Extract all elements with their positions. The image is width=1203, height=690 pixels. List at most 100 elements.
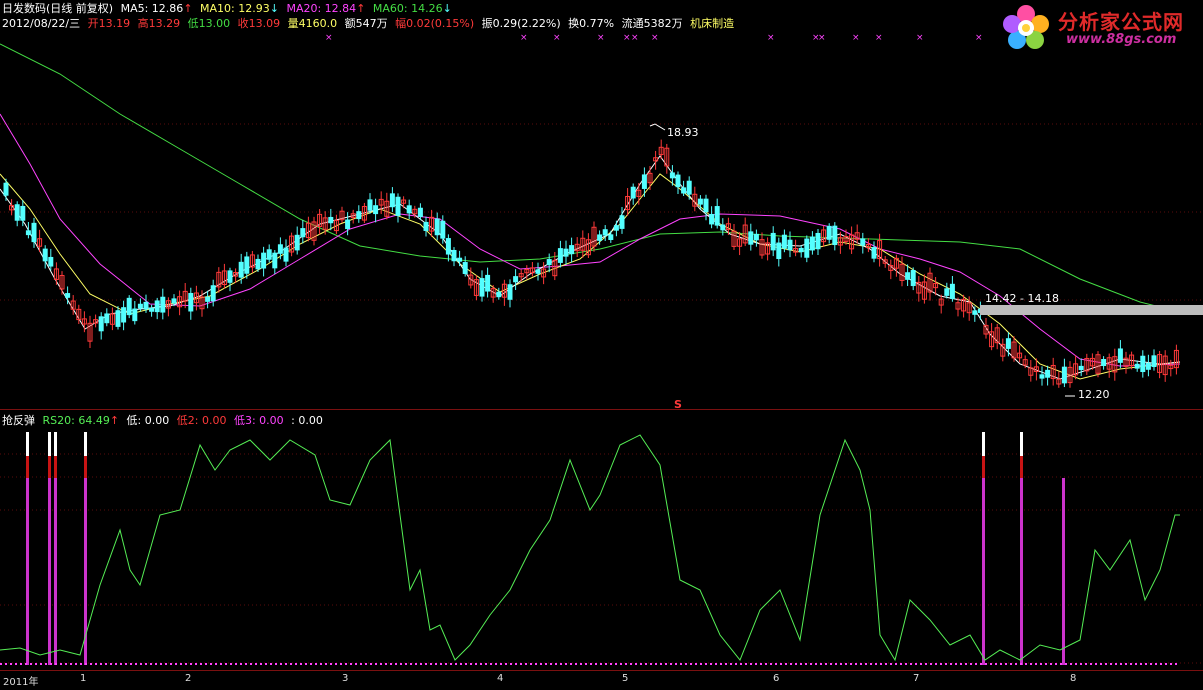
candle-body [944,288,950,296]
candle-body [462,262,468,274]
candle-body [703,198,709,213]
candle-body [356,211,362,220]
price-chart[interactable]: × × × × × × × × ×× × × × × 14.42 - 14.18 18.93 12.20… [0,34,1203,409]
high-price-label: 18.93 [667,126,699,139]
indicator-chart[interactable] [0,410,1203,670]
change-label: 幅0.02(0.15%) [395,17,475,30]
candle-body [513,276,519,283]
signal-bar-mid [84,456,87,478]
date-label: 2012/08/22/三 [2,17,81,30]
logo-name: 分析家公式网 [1058,10,1184,34]
candle-body [1101,359,1107,367]
up-arrow-icon: ↑ [183,2,193,15]
axis-label: 3 [342,673,349,684]
candle-body [535,269,541,274]
signal-bar-mid [982,456,985,478]
volume-label: 量4160.0 [287,17,338,30]
marker-x: × [597,34,605,43]
candle-body [205,296,211,302]
marker-x: × [623,34,631,43]
candle-body [697,198,703,205]
candle-body [434,218,440,236]
candle-body [367,199,373,211]
candle-body [451,249,457,262]
candle-body [1039,374,1045,379]
candle-body [121,307,127,323]
chart-header: 日发数码(日线 前复权) MA5: 12.86↑ MA10: 12.93↓ MA… [2,2,456,16]
candle-body [496,291,502,298]
candle-body [619,215,625,229]
marker-x: × [520,34,528,43]
marker-x: × [325,34,333,43]
candle-body [266,249,272,260]
candle-body [569,245,575,255]
candle-body [417,207,423,218]
marker-x: × [631,34,639,43]
candle-body [395,196,401,216]
candle-body [3,182,9,196]
candle-body [210,285,216,302]
marker-x: × [651,34,659,43]
signal-bar-top [48,432,51,456]
candle-body [373,205,379,215]
candle-body [14,204,20,221]
candle-body [42,248,48,262]
ma5-label: MA5: 12.86 [120,2,184,15]
signal-bar-top [84,432,87,456]
candle-body [255,258,261,270]
candle-body [126,297,132,316]
candle-body [1061,366,1067,384]
rs20-path [0,434,1180,662]
candle-body [154,300,160,313]
candle-body [1005,338,1011,349]
candle-body [709,213,715,225]
amplitude-label: 振0.29(2.22%) [481,17,561,30]
open-label: 开13.19 [87,17,131,30]
candle-body [597,234,603,241]
candle-body [546,259,552,266]
marker-x: × [875,34,883,43]
candle-body [25,230,31,236]
turnover-label: 换0.77% [568,17,615,30]
marker-x: × [767,34,775,43]
candle-body [132,308,138,322]
candle-body [1140,355,1146,373]
stock-title: 日发数码(日线 前复权) [2,2,114,15]
signal-bar-top [54,432,57,456]
axis-label: 4 [497,673,504,684]
candle-body [798,247,804,253]
candle-body [720,224,726,231]
low-label: 低13.00 [187,17,231,30]
candle-body [557,248,563,263]
high-pointer [649,123,666,131]
gap-label: 14.42 - 14.18 [985,292,1059,305]
axis-label: 2011年 [3,677,39,688]
candle-body [137,303,143,309]
candle-body [781,234,787,249]
candle-body [776,242,782,260]
candle-body [479,278,485,297]
signal-bar [1062,478,1065,665]
candle-body [641,174,647,189]
sector-label: 机床制造 [690,17,735,30]
marker-x: × [852,34,860,43]
candle-body [457,257,463,262]
candle-body [675,174,681,188]
signal-bar-mid [54,456,57,478]
candle-body [261,252,267,269]
axis-label: 6 [773,673,780,684]
ma10-label: MA10: 12.93 [200,2,270,15]
candle-body [171,298,177,304]
time-axis: 2011年 1 2 3 4 5 6 7 8 [0,670,1203,690]
candle-body [227,270,233,283]
price-grid [0,123,1203,301]
high-label: 高13.29 [137,17,181,30]
candle-body [563,248,569,257]
candle-body [608,234,614,240]
low-price-label: 12.20 [1078,388,1110,401]
candle-body [423,221,429,231]
signal-mark: S [674,398,682,409]
down-arrow-icon: ↓ [269,2,279,15]
candle-body [681,187,687,194]
axis-label: 2 [185,673,192,684]
